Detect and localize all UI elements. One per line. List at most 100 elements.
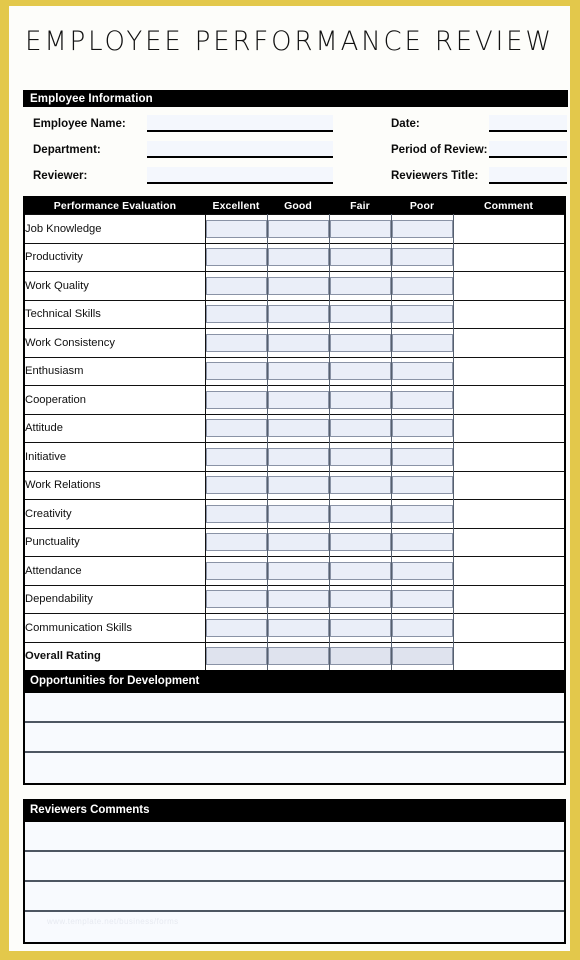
rating-checkbox-excellent[interactable]	[205, 219, 267, 238]
comment-cell[interactable]	[453, 442, 564, 471]
field-reviewer-input[interactable]	[147, 167, 333, 184]
rating-cell-excellent[interactable]	[205, 214, 268, 243]
rating-cell-excellent[interactable]	[205, 556, 268, 585]
field-employee-name-input[interactable]	[147, 115, 333, 132]
opportunities-writing-area[interactable]	[23, 691, 566, 785]
rating-checkbox-poor[interactable]	[391, 305, 453, 324]
rating-cell-poor[interactable]	[391, 299, 454, 329]
rating-checkbox-excellent[interactable]	[205, 533, 267, 552]
rating-cell-excellent[interactable]	[205, 641, 268, 670]
rating-cell-fair[interactable]	[329, 356, 392, 386]
rating-cell-poor[interactable]	[391, 328, 454, 357]
rating-checkbox-excellent[interactable]	[205, 561, 267, 580]
rating-checkbox-excellent[interactable]	[205, 476, 267, 495]
rating-checkbox-excellent[interactable]	[205, 276, 267, 295]
rating-checkbox-good[interactable]	[267, 647, 329, 666]
rating-checkbox-fair[interactable]	[329, 647, 391, 666]
rating-cell-fair[interactable]	[329, 556, 392, 585]
rating-checkbox-poor[interactable]	[391, 618, 453, 637]
rating-cell-good[interactable]	[267, 613, 330, 642]
rating-cell-excellent[interactable]	[205, 584, 268, 614]
rating-checkbox-poor[interactable]	[391, 362, 453, 381]
rating-cell-fair[interactable]	[329, 242, 392, 272]
rating-cell-fair[interactable]	[329, 641, 392, 670]
rating-checkbox-fair[interactable]	[329, 219, 391, 238]
rating-cell-poor[interactable]	[391, 613, 454, 642]
field-date[interactable]: Date:	[391, 115, 567, 133]
rating-checkbox-fair[interactable]	[329, 419, 391, 438]
comment-cell[interactable]	[453, 527, 564, 557]
rating-checkbox-excellent[interactable]	[205, 419, 267, 438]
rating-checkbox-poor[interactable]	[391, 504, 453, 523]
rating-cell-good[interactable]	[267, 527, 330, 557]
rating-cell-excellent[interactable]	[205, 613, 268, 642]
rating-cell-good[interactable]	[267, 356, 330, 386]
rating-checkbox-good[interactable]	[267, 561, 329, 580]
rating-cell-good[interactable]	[267, 641, 330, 670]
comment-cell[interactable]	[453, 242, 564, 272]
rating-cell-good[interactable]	[267, 499, 330, 528]
field-employee-name[interactable]: Employee Name:	[33, 115, 333, 133]
rating-cell-good[interactable]	[267, 584, 330, 614]
comment-cell[interactable]	[453, 385, 564, 414]
rating-cell-poor[interactable]	[391, 556, 454, 585]
comment-cell[interactable]	[453, 214, 564, 243]
rating-cell-poor[interactable]	[391, 214, 454, 243]
rating-checkbox-poor[interactable]	[391, 647, 453, 666]
rating-cell-poor[interactable]	[391, 584, 454, 614]
rating-checkbox-fair[interactable]	[329, 476, 391, 495]
rating-checkbox-good[interactable]	[267, 590, 329, 609]
rating-checkbox-good[interactable]	[267, 419, 329, 438]
rating-checkbox-poor[interactable]	[391, 590, 453, 609]
rating-cell-good[interactable]	[267, 271, 330, 300]
field-reviewer[interactable]: Reviewer:	[33, 167, 333, 185]
rating-checkbox-excellent[interactable]	[205, 305, 267, 324]
rating-cell-excellent[interactable]	[205, 242, 268, 272]
writing-line[interactable]	[25, 882, 564, 912]
comment-cell[interactable]	[453, 328, 564, 357]
rating-cell-poor[interactable]	[391, 413, 454, 443]
rating-checkbox-excellent[interactable]	[205, 447, 267, 466]
rating-cell-good[interactable]	[267, 385, 330, 414]
rating-checkbox-excellent[interactable]	[205, 333, 267, 352]
field-reviewers-title[interactable]: Reviewers Title:	[391, 167, 567, 185]
rating-cell-good[interactable]	[267, 214, 330, 243]
rating-cell-poor[interactable]	[391, 271, 454, 300]
reviewers-comments-writing-area[interactable]: www.template.net/business/forms	[23, 820, 566, 944]
rating-checkbox-excellent[interactable]	[205, 618, 267, 637]
rating-cell-excellent[interactable]	[205, 299, 268, 329]
comment-cell[interactable]	[453, 413, 564, 443]
rating-checkbox-good[interactable]	[267, 504, 329, 523]
rating-cell-excellent[interactable]	[205, 413, 268, 443]
rating-cell-fair[interactable]	[329, 385, 392, 414]
rating-checkbox-fair[interactable]	[329, 276, 391, 295]
rating-checkbox-poor[interactable]	[391, 561, 453, 580]
rating-cell-fair[interactable]	[329, 299, 392, 329]
rating-cell-fair[interactable]	[329, 328, 392, 357]
rating-checkbox-poor[interactable]	[391, 476, 453, 495]
rating-cell-poor[interactable]	[391, 470, 454, 500]
rating-checkbox-fair[interactable]	[329, 504, 391, 523]
rating-checkbox-excellent[interactable]	[205, 248, 267, 267]
field-department[interactable]: Department:	[33, 141, 333, 159]
rating-checkbox-poor[interactable]	[391, 533, 453, 552]
rating-checkbox-fair[interactable]	[329, 561, 391, 580]
field-department-input[interactable]	[147, 141, 333, 158]
comment-cell[interactable]	[453, 584, 564, 614]
rating-checkbox-excellent[interactable]	[205, 504, 267, 523]
rating-checkbox-excellent[interactable]	[205, 647, 267, 666]
rating-checkbox-excellent[interactable]	[205, 590, 267, 609]
rating-cell-poor[interactable]	[391, 385, 454, 414]
rating-checkbox-poor[interactable]	[391, 276, 453, 295]
rating-cell-poor[interactable]	[391, 641, 454, 670]
rating-cell-excellent[interactable]	[205, 442, 268, 471]
rating-checkbox-fair[interactable]	[329, 305, 391, 324]
rating-checkbox-good[interactable]	[267, 618, 329, 637]
comment-cell[interactable]	[453, 271, 564, 300]
field-period-of-review[interactable]: Period of Review:	[391, 141, 567, 159]
rating-checkbox-good[interactable]	[267, 248, 329, 267]
rating-cell-excellent[interactable]	[205, 527, 268, 557]
writing-line[interactable]	[25, 753, 564, 783]
comment-cell[interactable]	[453, 356, 564, 386]
comment-cell[interactable]	[453, 470, 564, 500]
